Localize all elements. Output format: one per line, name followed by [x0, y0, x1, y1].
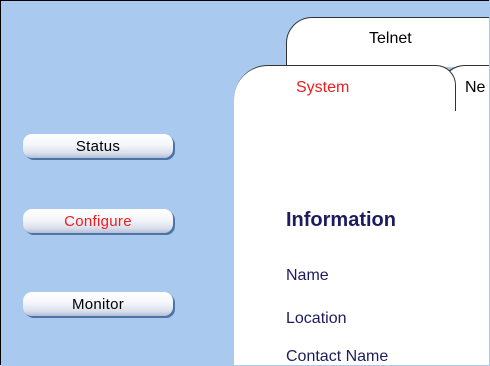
tab-telnet[interactable]: Telnet [286, 17, 489, 67]
tab-network-label: Ne [465, 79, 486, 96]
nav-button-monitor-label: Monitor [71, 295, 125, 313]
tab-system[interactable]: System [234, 65, 456, 111]
field-label-contact-name: Contact Name [286, 348, 389, 365]
field-label-location: Location [286, 310, 347, 327]
nav-button-configure[interactable]: Configure [23, 209, 173, 233]
field-label-name: Name [286, 267, 329, 284]
nav-button-status[interactable]: Status [23, 134, 173, 158]
section-title: Information [286, 209, 396, 231]
nav-button-configure-label: Configure [64, 212, 132, 230]
app-frame: Status Configure Monitor Telnet Ne Syste… [0, 0, 489, 365]
content-panel [234, 101, 489, 365]
tab-telnet-label: Telnet [369, 30, 412, 47]
nav-button-monitor[interactable]: Monitor [23, 292, 173, 316]
nav-button-status-label: Status [75, 137, 121, 155]
tab-system-label: System [296, 79, 350, 96]
